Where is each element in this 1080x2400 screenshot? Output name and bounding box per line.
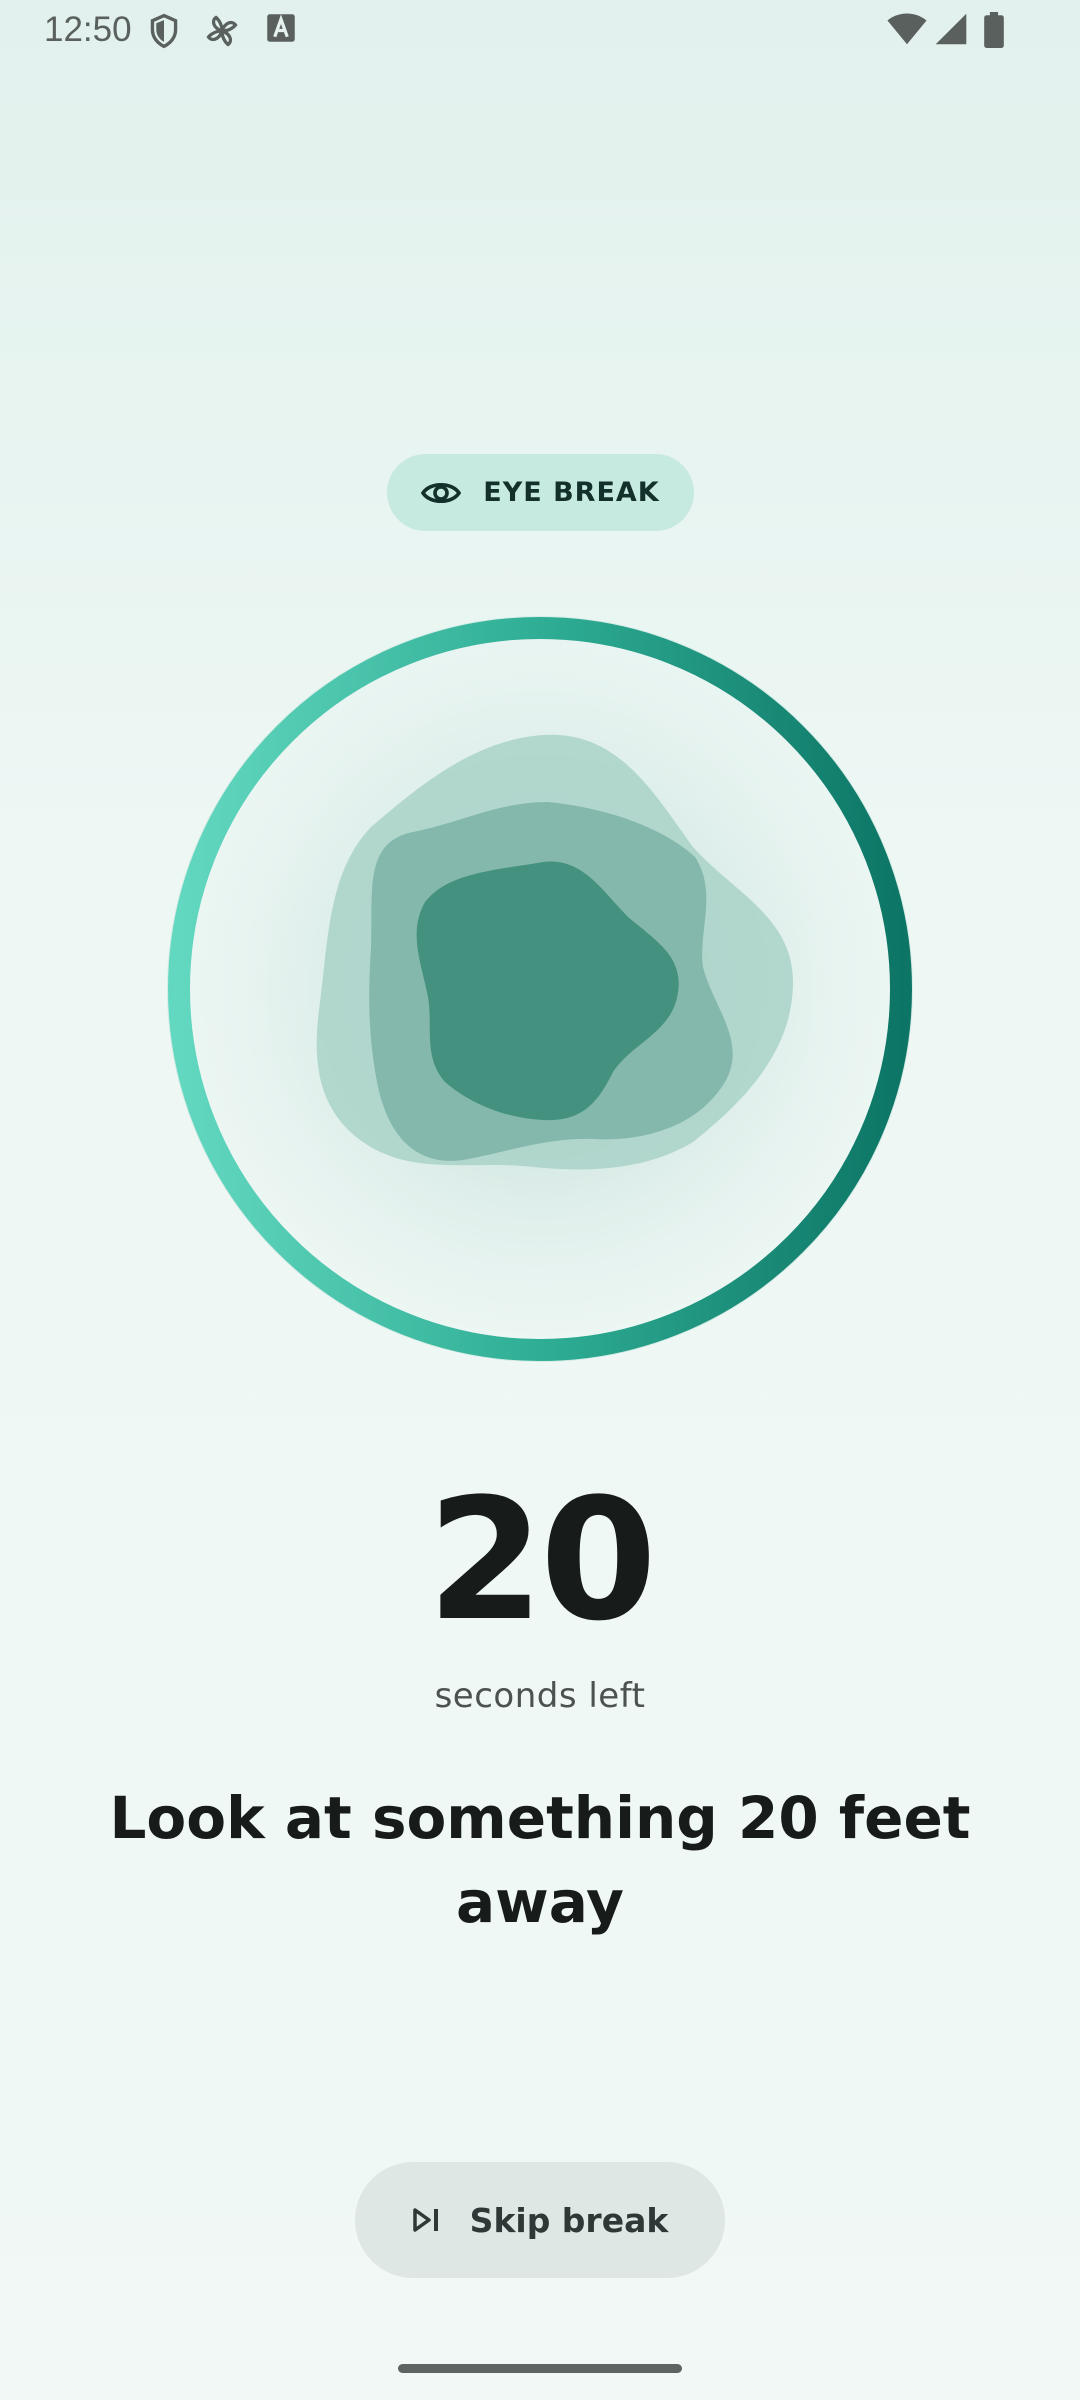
- skip-next-icon: [412, 2208, 438, 2232]
- eye-break-chip: EYE BREAK: [387, 454, 694, 531]
- timer-unit-label: seconds left: [434, 1676, 646, 1716]
- cellular-signal-icon: [935, 13, 967, 45]
- status-time: 12:50: [44, 10, 132, 49]
- breathing-timer-visual: [163, 612, 917, 1366]
- chip-label: EYE BREAK: [483, 477, 660, 508]
- instruction-text: Look at something 20 feet away: [109, 1784, 971, 1936]
- status-bar: 12:50: [0, 0, 1080, 60]
- eye-icon: [421, 482, 462, 503]
- timer-value: 20: [427, 1462, 657, 1658]
- home-indicator[interactable]: [398, 2364, 682, 2373]
- progress-ring: [167, 616, 913, 1362]
- skip-break-label: Skip break: [469, 2200, 669, 2240]
- battery-icon: [984, 12, 1004, 48]
- skip-break-button[interactable]: Skip break: [355, 2162, 725, 2278]
- shield-icon: [150, 13, 178, 49]
- text-a-icon: [267, 14, 295, 42]
- wifi-icon: [887, 13, 927, 45]
- pinwheel-icon: [206, 15, 238, 47]
